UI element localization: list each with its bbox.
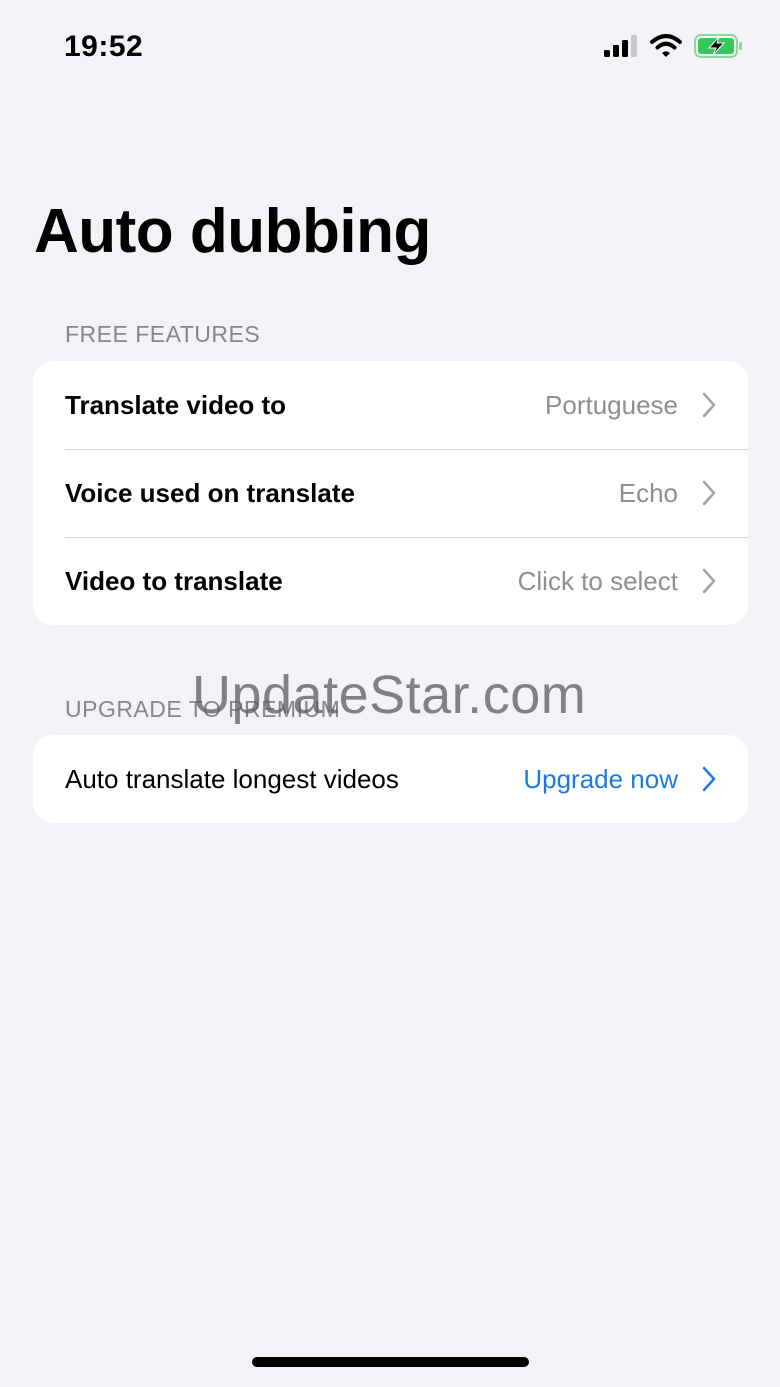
- chevron-right-icon: [702, 392, 716, 418]
- row-label: Video to translate: [65, 565, 283, 596]
- voice-used-on-translate-row[interactable]: Voice used on translate Echo: [33, 449, 748, 537]
- free-features-group: Translate video to Portuguese Voice used…: [33, 361, 748, 625]
- row-value: Echo: [618, 477, 678, 508]
- home-indicator[interactable]: [252, 1357, 529, 1367]
- row-label: Auto translate longest videos: [65, 763, 399, 794]
- chevron-right-icon: [702, 480, 716, 506]
- premium-group: Auto translate longest videos Upgrade no…: [33, 735, 748, 823]
- wifi-icon: [650, 34, 682, 58]
- translate-video-to-row[interactable]: Translate video to Portuguese: [33, 361, 748, 449]
- chevron-right-icon: [702, 766, 716, 792]
- upgrade-now-row[interactable]: Auto translate longest videos Upgrade no…: [33, 735, 748, 823]
- free-features-header: FREE FEATURES: [65, 321, 261, 347]
- status-bar: 19:52: [0, 0, 780, 100]
- row-label: Translate video to: [65, 389, 287, 420]
- battery-charging-icon: [694, 34, 744, 58]
- row-value: Click to select: [517, 565, 678, 596]
- signal-icon: [604, 35, 638, 57]
- status-time: 19:52: [64, 30, 144, 63]
- upgrade-to-premium-header: UPGRADE TO PREMIUM: [65, 696, 341, 722]
- status-icons: [604, 34, 744, 58]
- row-label: Voice used on translate: [65, 477, 355, 508]
- chevron-right-icon: [702, 568, 716, 594]
- row-value: Portuguese: [545, 389, 678, 420]
- upgrade-now-link[interactable]: Upgrade now: [523, 764, 678, 795]
- video-to-translate-row[interactable]: Video to translate Click to select: [33, 537, 748, 625]
- page-title: Auto dubbing: [34, 197, 431, 266]
